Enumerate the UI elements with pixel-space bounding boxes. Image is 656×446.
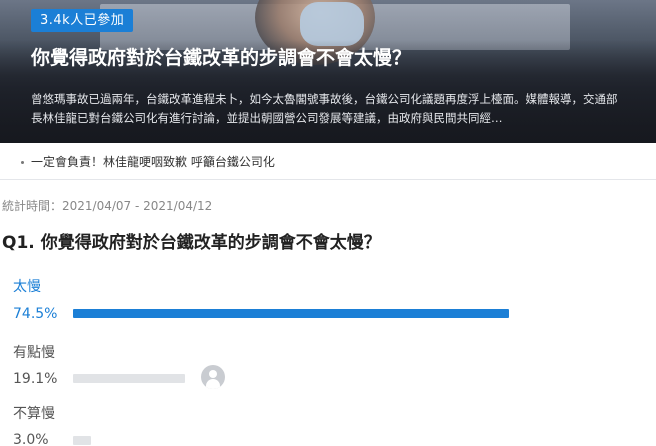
option-bar-a-bit-slow[interactable] [73, 374, 509, 383]
option-bar-fill [73, 374, 185, 383]
option-bar-fill [73, 436, 91, 445]
option-label-a-bit-slow[interactable]: 有點慢 [13, 342, 55, 362]
option-percent-a-bit-slow: 19.1% [13, 371, 58, 387]
question-number: Q1. [2, 233, 35, 253]
participants-badge: 3.4k人已參加 [31, 9, 134, 32]
option-label-not-slow[interactable]: 不算慢 [13, 403, 55, 423]
related-article-row: 一定會負責！林佳龍哽咽致歉 呼籲台鐵公司化 [0, 143, 656, 180]
hero-description: 曾悠瑪事故已過兩年，台鐵改革進程未卜，如今太魯閣號事故後，台鐵公司化議題再度浮上… [31, 92, 618, 125]
option-label-too-slow[interactable]: 太慢 [13, 276, 41, 296]
poll-hero-banner: 3.4k人已參加 你覺得政府對於台鐵改革的步調會不會太慢？ 曾悠瑪事故已過兩年，… [0, 0, 656, 143]
poll-question: Q1. 你覺得政府對於台鐵改革的步調會不會太慢？ [2, 228, 381, 253]
avatar-body-shape [206, 379, 220, 389]
option-bar-too-slow[interactable] [73, 309, 509, 318]
option-percent-not-slow: 3.0% [13, 432, 49, 446]
bullet-icon [21, 161, 24, 164]
related-article-link[interactable]: 一定會負責！林佳龍哽咽致歉 呼籲台鐵公司化 [31, 153, 275, 170]
hero-title: 你覺得政府對於台鐵改革的步調會不會太慢？ [31, 47, 412, 69]
user-avatar-icon [201, 365, 225, 389]
option-percent-too-slow: 74.5% [13, 306, 58, 322]
poll-period: 統計時間：2021/04/07 - 2021/04/12 [2, 199, 213, 213]
avatar-head-shape [209, 370, 217, 378]
option-bar-fill [73, 309, 509, 318]
option-bar-not-slow[interactable] [73, 436, 509, 445]
question-text: 你覺得政府對於台鐵改革的步調會不會太慢？ [40, 233, 381, 253]
